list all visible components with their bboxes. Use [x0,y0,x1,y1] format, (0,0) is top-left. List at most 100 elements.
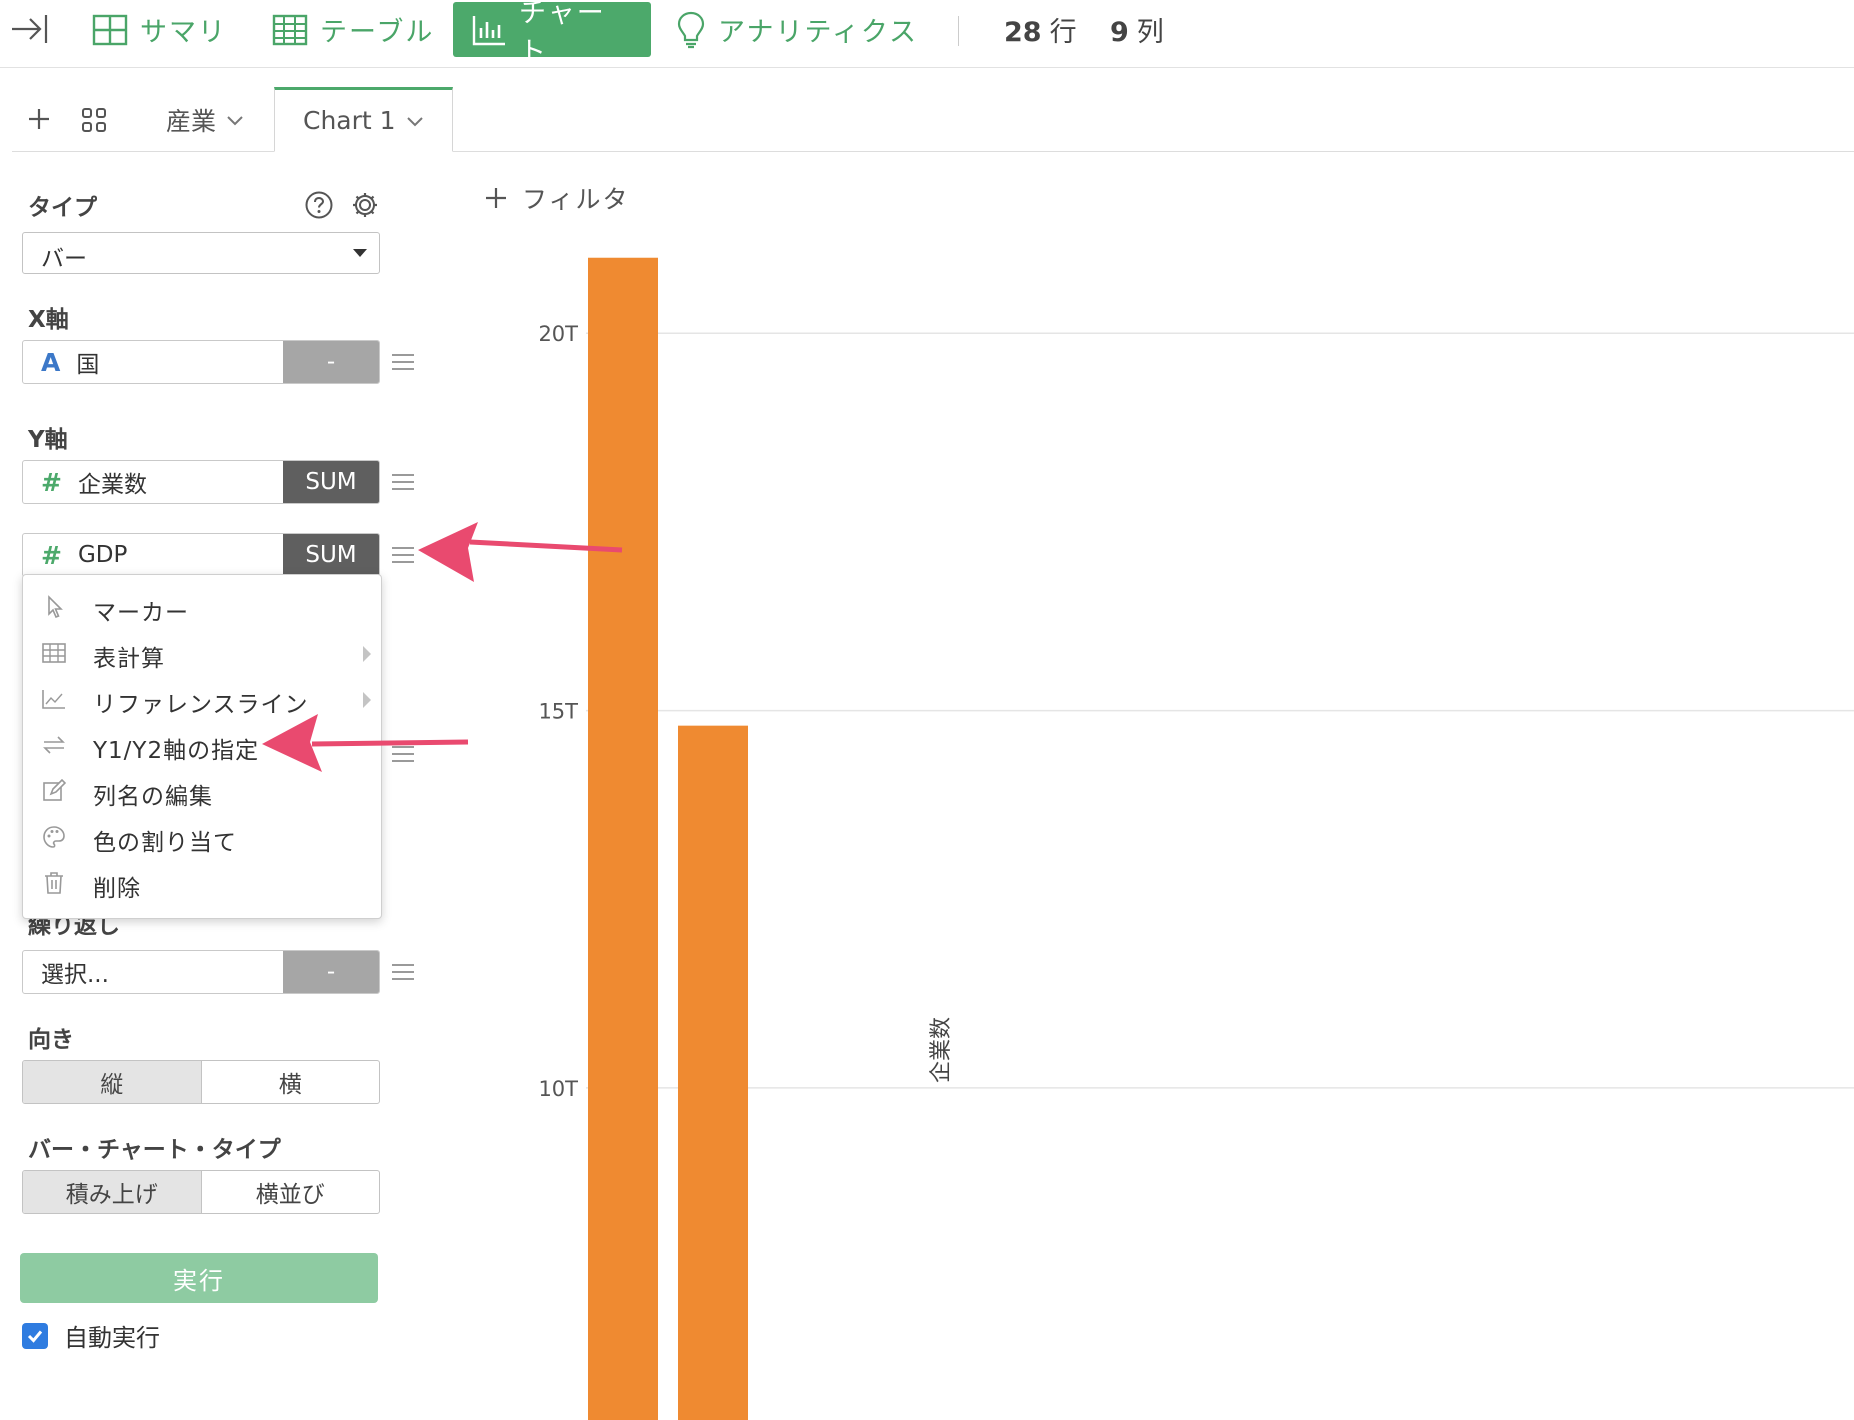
hidden-field-menu-icon[interactable] [392,746,414,762]
submenu-arrow-icon [363,692,371,708]
chart-list-icon[interactable] [80,106,108,134]
tab-table-label: テーブル [320,17,435,48]
menu-item-color[interactable]: 色の割り当て [23,817,381,857]
menu-item-reference-line[interactable]: リファレンスライン [23,679,381,719]
submenu-arrow-icon [363,646,371,662]
menu-item-y1-y2-axis[interactable]: Y1/Y2軸の指定 [23,725,381,765]
rows-count: 28 行 [1004,17,1077,48]
reference-line-icon [41,687,67,711]
tab-chart-1[interactable]: Chart 1 [274,87,453,152]
bar-type-stacked[interactable]: 積み上げ [23,1171,201,1213]
auto-run-checkbox[interactable] [22,1322,48,1349]
swap-icon [41,733,67,757]
table-icon [272,14,308,45]
bar-chart: 10T 15T 20T 企業数 [538,257,1854,1420]
menu-item-label: 列名の編集 [93,784,213,810]
y-axis-field-gdp[interactable]: # GDP SUM [22,533,380,577]
y-tick-label: 15T [538,700,578,724]
y-field-companies-menu-icon[interactable] [392,474,414,490]
y-field-gdp-label: GDP [77,542,128,568]
menu-item-rename[interactable]: 列名の編集 [23,771,381,811]
tab-table[interactable]: テーブル [254,2,452,57]
bar[interactable] [588,257,658,1420]
y-axis-field-companies[interactable]: # 企業数 SUM [22,460,380,504]
y-field-gdp-agg-button[interactable]: SUM [283,534,379,576]
top-toolbar: サマリ テーブル チャート アナリティクス 28 行 9列 [0,0,1854,68]
auto-run-label: 自動実行 [64,1324,160,1352]
tab-summary[interactable]: サマリ [74,2,245,57]
orientation-label: 向き [28,1027,74,1053]
menu-item-label: 色の割り当て [93,830,237,856]
y-tick-label: 20T [538,322,578,346]
y-field-companies-agg-button[interactable]: SUM [283,461,379,503]
chevron-down-icon [406,116,423,126]
filter-label: フィルタ [522,185,630,214]
tab-summary-label: サマリ [140,17,227,48]
chevron-down-icon [227,116,243,126]
menu-item-label: リファレンスライン [93,692,309,718]
tab-industry-label: 産業 [166,107,217,136]
number-type-icon: # [41,540,62,570]
orientation-toggle: 縦 横 [22,1060,380,1104]
table-calc-icon [41,641,67,665]
menu-item-delete[interactable]: 削除 [23,863,381,903]
repeat-menu-icon[interactable] [392,964,414,980]
trash-icon [41,871,67,895]
repeat-field-value: 選択... [41,962,109,988]
y-axis-title: 企業数 [929,1017,954,1083]
x-axis-field-name: A 国 [41,341,99,383]
y-tick-label: 10T [538,1077,578,1101]
menu-item-marker[interactable]: マーカー [23,587,381,627]
cols-count: 9列 [1110,17,1164,48]
gear-icon[interactable] [350,190,380,220]
bar-type-label: バー・チャート・タイプ [28,1137,281,1163]
bar-type-toggle: 積み上げ 横並び [22,1170,380,1214]
y-axis-label: Y軸 [28,427,68,453]
add-filter-button[interactable]: フィルタ [484,180,630,216]
menu-item-table-calc[interactable]: 表計算 [23,633,381,673]
lightbulb-icon [677,11,705,48]
repeat-agg-button[interactable]: - [283,951,379,993]
x-axis-field[interactable]: A 国 - [22,340,380,384]
x-axis-agg-button[interactable]: - [283,341,379,383]
x-axis-label: X軸 [28,307,69,333]
menu-item-label: マーカー [93,600,189,626]
y-field-gdp-menu-icon[interactable] [392,547,414,563]
plus-icon [486,188,506,208]
run-button[interactable]: 実行 [20,1253,378,1303]
x-axis-menu-icon[interactable] [392,354,414,370]
orientation-vertical[interactable]: 縦 [23,1061,201,1103]
palette-icon [41,825,67,849]
collapse-panel-icon[interactable] [10,12,52,48]
bar-type-side-by-side[interactable]: 横並び [200,1171,380,1213]
y-axis-field-name: # GDP [41,534,127,576]
auto-run[interactable]: 自動実行 [22,1318,160,1353]
bar-chart-icon [472,15,505,45]
tab-chart-1-label: Chart 1 [303,106,396,135]
y-axis-field-name: # 企業数 [41,461,147,503]
tab-analytics-label: アナリティクス [718,17,919,48]
menu-item-label: 削除 [93,876,141,902]
tab-chart[interactable]: チャート [453,0,651,68]
menu-item-label: 表計算 [93,646,165,672]
orientation-horizontal[interactable]: 横 [200,1061,380,1103]
toolbar-divider [958,16,959,46]
help-icon[interactable] [304,190,334,220]
number-type-icon: # [41,467,62,497]
repeat-field[interactable]: 選択... - [22,950,380,994]
chart-tab-strip: 産業 Chart 1 [12,87,1854,152]
bar[interactable] [678,725,748,1420]
tab-chart-label: チャート [519,0,606,68]
add-chart-icon[interactable] [26,106,52,132]
chart-type-select[interactable]: バー [22,232,380,274]
tab-analytics[interactable]: アナリティクス [658,2,936,57]
edit-icon [41,779,67,803]
summary-grid-icon [92,14,128,45]
type-label: タイプ [28,195,97,221]
field-context-menu: マーカー 表計算 リファレンスライン Y1/Y2軸の指定 列名の編集 色の割り当… [22,574,382,919]
cursor-icon [41,595,67,619]
tab-industry[interactable]: 産業 [166,88,244,152]
text-type-icon: A [41,347,61,377]
y-field-companies-label: 企業数 [77,472,147,498]
x-axis-field-label: 国 [76,352,100,378]
